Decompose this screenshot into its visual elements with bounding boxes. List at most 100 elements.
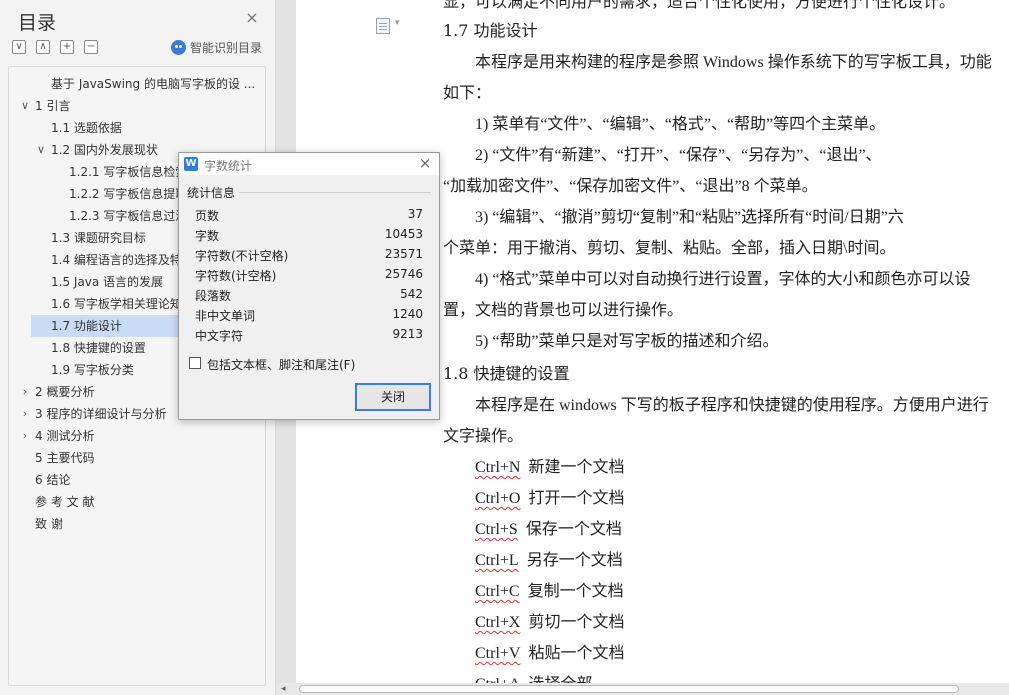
stat-label: 段落数 <box>195 289 232 303</box>
paragraph-line: 如下： <box>443 85 492 102</box>
chevron-right-icon[interactable]: › <box>19 425 31 447</box>
dialog-titlebar[interactable]: W 字数统计 × <box>179 153 439 175</box>
shortcut-desc: 保存一个文档 <box>525 521 622 538</box>
toc-item-label: 参 考 文 献 <box>35 495 95 509</box>
dialog-close-icon[interactable]: × <box>417 156 433 172</box>
toc-item-label: 1.2.3 写字板信息过滤 <box>69 209 188 223</box>
toc-item-label: 1 引言 <box>35 99 71 113</box>
stat-label: 字符数(计空格) <box>195 269 277 283</box>
toc-item[interactable]: 致 谢 <box>9 513 265 535</box>
smart-toc-button[interactable]: 智能识别目录 <box>171 39 262 56</box>
toc-item[interactable]: 基于 JavaSwing 的电脑写字板的设 ... <box>9 73 265 95</box>
toc-item-label: 1.2 国内外发展现状 <box>51 143 158 157</box>
shortcut-desc: 粘贴一个文档 <box>528 645 625 662</box>
scroll-left-icon[interactable]: ◂ <box>281 683 286 695</box>
expand-up-button[interactable]: ∧ <box>36 40 50 54</box>
horizontal-scrollbar[interactable]: ◂ <box>277 683 1009 695</box>
shortcut-desc: 打开一个文档 <box>528 490 625 507</box>
chevron-down-icon[interactable]: ∨ <box>19 95 31 117</box>
document-icon[interactable] <box>376 18 390 34</box>
shortcut-desc: 另存一个文档 <box>526 552 623 569</box>
smart-toc-label: 智能识别目录 <box>190 41 263 55</box>
word-count-dialog: W 字数统计 × 统计信息 页数 37 字数 10453 字符数(不计空格) 23571 字… <box>178 152 440 420</box>
app-window: 目录 × ∨ ∧ + − 智能识别目录 基于 JavaSwing 的电脑写字板的… <box>0 0 1009 695</box>
chevron-down-icon[interactable]: ▾ <box>395 18 400 28</box>
toc-item[interactable]: 5 主要代码 <box>9 447 265 469</box>
shortcut-key: Ctrl+O <box>475 490 521 507</box>
stat-label: 中文字符 <box>195 329 244 343</box>
shortcut-key: Ctrl+L <box>475 552 519 569</box>
shortcut-key: Ctrl+S <box>475 521 518 538</box>
toc-item-label: 基于 JavaSwing 的电脑写字板的设 ... <box>51 77 256 91</box>
toc-close-icon[interactable]: × <box>244 10 260 26</box>
chevron-right-icon[interactable]: › <box>19 403 31 425</box>
toc-item-label: 6 结论 <box>35 473 71 487</box>
stat-label: 字符数(不计空格) <box>195 249 289 263</box>
toc-item-label: 1.8 快捷键的设置 <box>51 341 146 355</box>
stat-row: 字数 10453 <box>195 225 423 245</box>
smart-robot-icon <box>171 40 186 55</box>
chevron-down-icon[interactable]: ∨ <box>35 139 47 161</box>
collapse-all-button[interactable]: ∨ <box>12 40 26 54</box>
close-button[interactable]: 关闭 <box>355 383 431 411</box>
group-divider <box>239 192 431 193</box>
stat-value: 37 <box>407 207 423 221</box>
stat-value: 542 <box>400 287 423 301</box>
add-heading-button[interactable]: + <box>60 40 74 54</box>
remove-heading-button[interactable]: − <box>84 40 98 54</box>
toc-item[interactable]: 1.1 选题依据 <box>9 117 265 139</box>
stat-value: 9213 <box>392 327 423 341</box>
toc-item-label: 1.3 课题研究目标 <box>51 231 146 245</box>
shortcut-key: Ctrl+V <box>475 645 521 662</box>
toc-item-label: 4 测试分析 <box>35 429 95 443</box>
stat-row: 字符数(计空格) 25746 <box>195 265 423 285</box>
shortcut-line: Ctrl+O 打开一个文档 <box>475 484 624 508</box>
stat-value: 23571 <box>384 247 423 261</box>
toc-title: 目录 <box>18 12 57 34</box>
toc-item[interactable]: ∨ 1 引言 <box>9 95 265 117</box>
paragraph-line: 文字操作。 <box>443 428 524 445</box>
wps-logo-icon: W <box>184 157 198 171</box>
toc-item-label: 1.4 编程语言的选择及特点 <box>51 253 194 267</box>
toc-item[interactable]: › 4 测试分析 <box>9 425 265 447</box>
toc-item[interactable]: 6 结论 <box>9 469 265 491</box>
toc-item-label: 3 程序的详细设计与分析 <box>35 407 167 421</box>
toc-item[interactable]: 参 考 文 献 <box>9 491 265 513</box>
toc-toolbar: ∨ ∧ + − <box>12 40 98 54</box>
doc-line-cut: 显，可以满足不同用户的需求，适合个性化使用，方便进行个性化设计。 <box>443 0 956 11</box>
toc-item-label: 1.5 Java 语言的发展 <box>51 275 164 289</box>
paragraph-line: 5) “帮助”菜单只是对写字板的描述和介绍。 <box>475 333 779 350</box>
shortcut-line: Ctrl+N 新建一个文档 <box>475 453 624 477</box>
shortcut-line: Ctrl+L 另存一个文档 <box>475 546 623 570</box>
paragraph-line: 个菜单：用于撤消、剪切、复制、粘贴。全部，插入日期\时间。 <box>443 240 896 257</box>
stat-label: 页数 <box>195 209 220 223</box>
include-textbox-label[interactable]: 包括文本框、脚注和尾注(F) <box>207 356 355 373</box>
toc-item-label: 1.9 写字板分类 <box>51 363 134 377</box>
paragraph-line: 2) “文件”有“新建”、“打开”、“保存”、“另存为”、“退出”、 <box>475 147 882 164</box>
dialog-title: 字数统计 <box>204 159 253 173</box>
stat-row: 字符数(不计空格) 23571 <box>195 245 423 265</box>
paragraph-line: 本程序是在 windows 下写的板子程序和快捷键的使用程序。方便用户进行 <box>475 397 989 414</box>
paragraph-line: “加载加密文件”、“保存加密文件”、“退出”8 个菜单。 <box>443 178 818 195</box>
shortcut-desc: 新建一个文档 <box>528 459 625 476</box>
paragraph-line: 置，文档的背景也可以进行操作。 <box>443 302 684 319</box>
stat-label: 字数 <box>195 229 220 243</box>
chevron-right-icon[interactable]: › <box>19 381 31 403</box>
toc-item-label: 1.1 选题依据 <box>51 121 122 135</box>
shortcut-line: Ctrl+X 剪切一个文档 <box>475 608 624 632</box>
stat-row: 段落数 542 <box>195 285 423 305</box>
paragraph-line: 4) “格式”菜单中可以对自动换行进行设置，字体的大小和颜色亦可以设 <box>475 271 971 288</box>
toc-item-label: 1.2.1 写字板信息检索 <box>69 165 188 179</box>
paragraph-line: 本程序是用来构建的程序是参照 Windows 操作系统下的写字板工具，功能 <box>475 54 992 71</box>
include-textbox-checkbox[interactable] <box>189 357 201 369</box>
stat-row: 中文字符 9213 <box>195 325 423 345</box>
shortcut-line: Ctrl+V 粘贴一个文档 <box>475 639 624 663</box>
stat-value: 25746 <box>384 267 423 281</box>
shortcut-key: Ctrl+C <box>475 583 520 600</box>
toc-item-label: 1.7 功能设计 <box>51 319 122 333</box>
scrollbar-thumb[interactable] <box>299 685 959 693</box>
paragraph-line: 1) 菜单有“文件”、“编辑”、“格式”、“帮助”等四个主菜单。 <box>475 116 886 133</box>
section-heading: 1.7 功能设计 <box>443 21 538 40</box>
shortcut-key: Ctrl+N <box>475 459 521 476</box>
shortcut-line: Ctrl+C 复制一个文档 <box>475 577 624 601</box>
